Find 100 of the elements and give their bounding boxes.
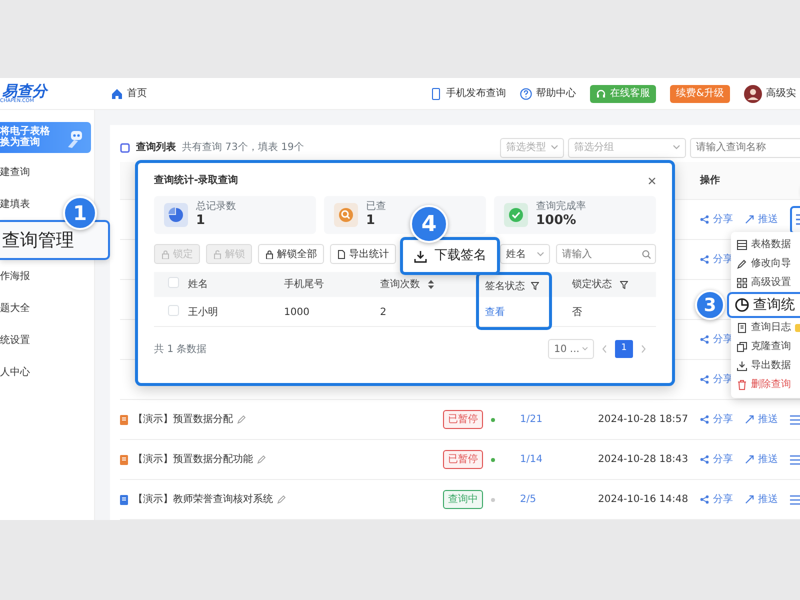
status-tag: 已暂停 xyxy=(443,450,483,469)
copy-icon xyxy=(737,342,747,352)
share-icon xyxy=(700,415,709,424)
list-summary: 共有查询 73个，填表 19个 xyxy=(182,140,304,155)
count-link[interactable]: 1/21 xyxy=(520,414,542,425)
chevron-icon xyxy=(551,145,558,150)
push-link[interactable]: 推送 xyxy=(758,492,778,507)
sidebar-item[interactable]: 建填表 xyxy=(0,188,30,220)
send-icon xyxy=(745,455,754,464)
menu-item[interactable]: 导出数据 xyxy=(737,356,800,375)
home-link[interactable]: 首页 xyxy=(127,86,147,101)
query-name[interactable]: 【演示】预置数据分配功能 xyxy=(133,452,253,467)
close-icon[interactable] xyxy=(648,176,656,184)
share-link[interactable]: 分享 xyxy=(713,452,733,467)
share-icon xyxy=(700,495,709,504)
menu-item[interactable]: 修改向导 xyxy=(737,254,800,273)
push-link[interactable]: 推送 xyxy=(758,212,778,227)
query-name[interactable]: 【演示】预置数据分配 xyxy=(133,412,233,427)
download-signature-button[interactable]: 下载签名 xyxy=(400,237,500,275)
table-cell: 王小明 xyxy=(188,306,218,318)
chevron-icon xyxy=(673,145,680,150)
header-link[interactable]: 手机发布查询 xyxy=(446,86,506,101)
push-link[interactable]: 推送 xyxy=(758,452,778,467)
date-text: 2024-10-16 14:48 xyxy=(598,494,688,505)
toolbar-button[interactable]: 导出统计 xyxy=(330,244,396,264)
menu-item[interactable]: 高级设置 xyxy=(737,273,800,292)
sidebar-item[interactable]: 作海报 xyxy=(0,260,30,292)
toolbar-button[interactable]: 解锁全部 xyxy=(258,244,324,264)
column-header[interactable]: 姓名 xyxy=(188,277,208,292)
menu-item[interactable]: 查询统 xyxy=(727,292,800,318)
send-icon xyxy=(745,415,754,424)
stat-label: 已查 xyxy=(366,201,386,214)
sidebar-item[interactable]: 题大全 xyxy=(0,292,30,324)
menu-item[interactable]: 表格数据 xyxy=(737,235,800,254)
row-checkbox[interactable] xyxy=(168,304,179,316)
search-field[interactable]: 请输入查询名称 xyxy=(690,138,800,158)
edit-icon[interactable] xyxy=(237,415,246,424)
sidebar-item[interactable]: 统设置 xyxy=(0,324,30,356)
filter-icon[interactable] xyxy=(531,282,539,290)
user-name[interactable]: 高级实 xyxy=(766,86,796,101)
menu-item[interactable]: 查询日志 xyxy=(737,318,800,337)
status-tag: 已暂停 xyxy=(443,410,483,429)
banner-text: 换为查询 xyxy=(0,138,41,148)
search-field[interactable]: 请输入 xyxy=(556,244,656,264)
document-icon xyxy=(737,322,747,332)
view-link[interactable]: 查看 xyxy=(485,304,505,320)
page-button[interactable]: 1 xyxy=(615,340,633,358)
date-text: 2024-10-28 18:57 xyxy=(598,414,688,425)
help-icon xyxy=(520,88,532,100)
date-text: 2024-10-28 18:43 xyxy=(598,454,688,465)
total-count: 共 1 条数据 xyxy=(154,342,207,356)
query-name[interactable]: 【演示】教师荣誉查询核对系统 xyxy=(133,492,273,507)
home-icon xyxy=(111,88,123,100)
lock-icon xyxy=(265,250,274,258)
share-icon xyxy=(700,455,709,464)
chevron-icon xyxy=(582,347,588,351)
menu-icon[interactable] xyxy=(790,494,800,504)
table-icon xyxy=(737,240,747,250)
sort-icon[interactable] xyxy=(428,280,434,289)
share-icon xyxy=(700,255,709,264)
header-link[interactable]: 帮助中心 xyxy=(536,86,576,101)
select-all-checkbox[interactable] xyxy=(168,277,179,288)
share-link[interactable]: 分享 xyxy=(713,212,733,227)
table-cell: 否 xyxy=(572,306,582,318)
sidebar-item[interactable]: 人中心 xyxy=(0,356,30,388)
share-link[interactable]: 分享 xyxy=(713,492,733,507)
share-icon xyxy=(700,335,709,344)
sidebar-item[interactable]: 建查询 xyxy=(0,156,30,188)
edit-icon[interactable] xyxy=(277,495,286,504)
avatar-icon xyxy=(744,84,762,102)
menu-icon[interactable] xyxy=(790,454,800,464)
menu-item[interactable]: 删除查询 xyxy=(737,375,800,394)
share-link[interactable]: 分享 xyxy=(713,412,733,427)
count-link[interactable]: 1/14 xyxy=(520,454,542,465)
filter-icon[interactable] xyxy=(620,280,628,288)
list-icon xyxy=(120,142,130,152)
count-link[interactable]: 2/5 xyxy=(520,494,536,505)
list-title: 查询列表 xyxy=(136,140,176,155)
column-header[interactable]: 查询次数 xyxy=(380,277,420,292)
sidebar-item[interactable]: 查询管理 xyxy=(0,220,110,260)
share-icon xyxy=(700,375,709,384)
column-header[interactable]: 手机尾号 xyxy=(284,277,324,292)
table-cell: 2 xyxy=(380,306,386,318)
send-icon xyxy=(745,215,754,224)
chevron-icon xyxy=(537,252,544,256)
status-tag: 查询中 xyxy=(443,490,483,509)
stat-value: 100% xyxy=(536,213,578,229)
search-icon xyxy=(642,250,651,259)
menu-icon[interactable] xyxy=(790,414,800,424)
modal-title: 查询统计-录取查询 xyxy=(154,174,238,188)
share-icon xyxy=(700,215,709,224)
column-header[interactable]: 锁定状态 xyxy=(572,277,612,292)
push-link[interactable]: 推送 xyxy=(758,412,778,427)
page-size-select[interactable]: 10 ... xyxy=(548,339,594,359)
unlock-icon xyxy=(213,250,222,258)
download-icon xyxy=(414,250,426,262)
headset-icon xyxy=(596,88,606,98)
menu-item[interactable]: 克隆查询 xyxy=(737,337,800,356)
logo[interactable]: 易查分 xyxy=(0,84,95,98)
edit-icon[interactable] xyxy=(257,455,266,464)
